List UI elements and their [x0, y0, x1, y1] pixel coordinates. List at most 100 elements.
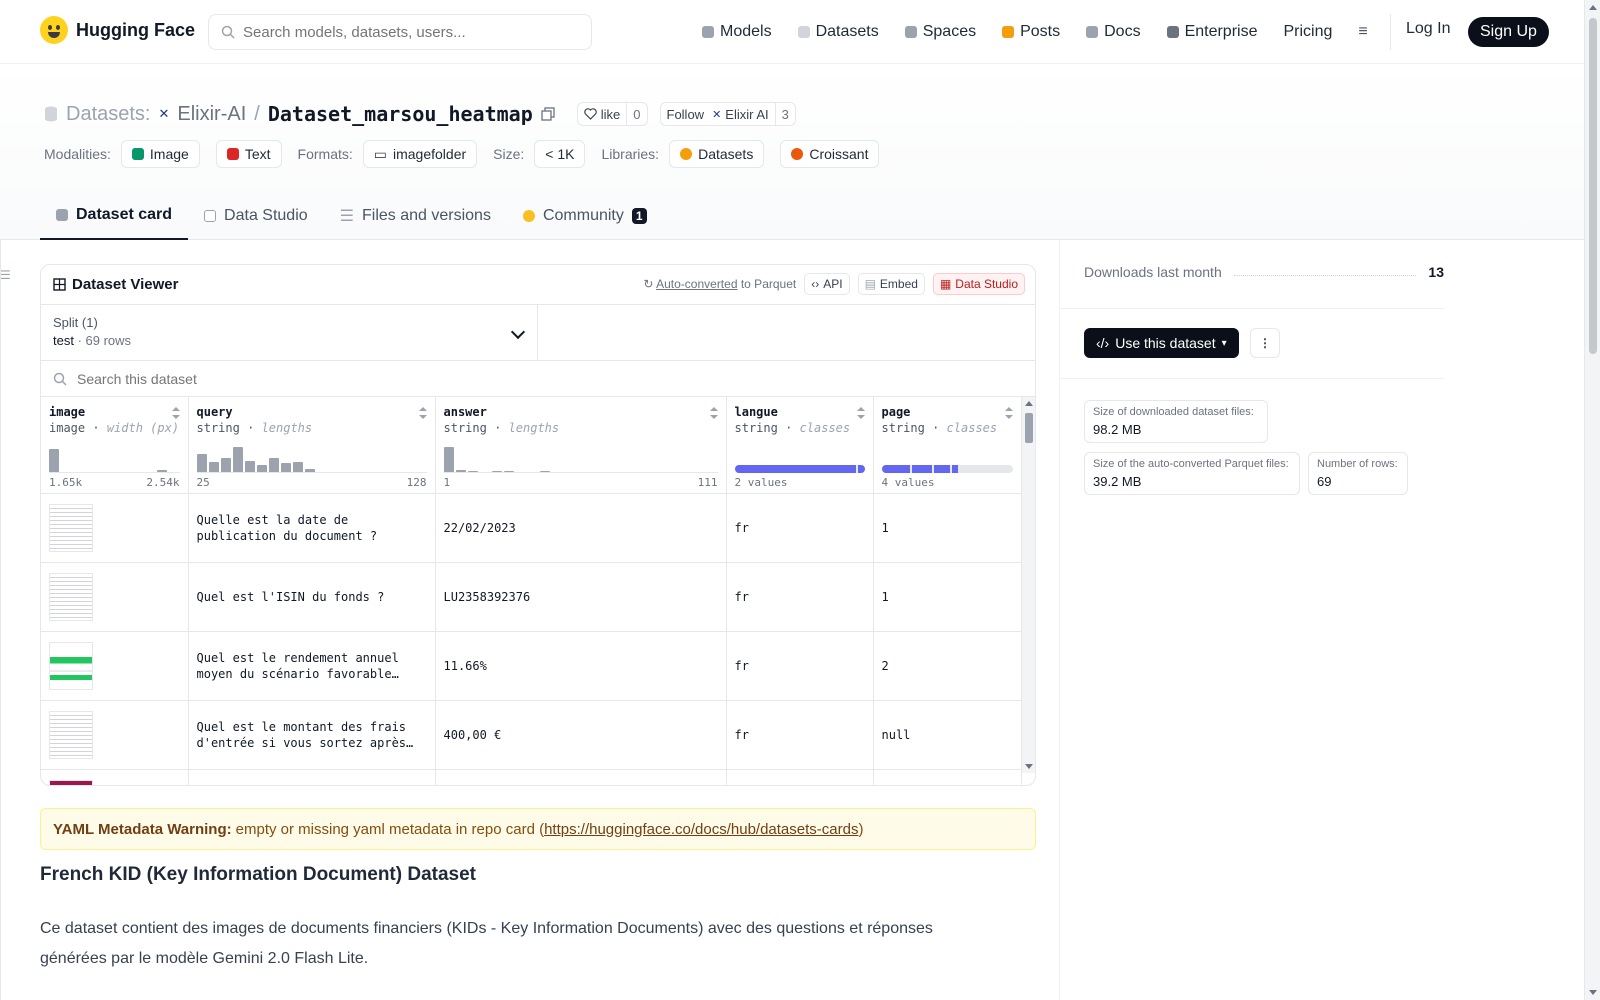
- langue-cell[interactable]: fr: [726, 631, 874, 701]
- column-header-langue[interactable]: langue string · classes 2 values: [726, 397, 874, 494]
- column-header-page[interactable]: page string · classes 4 values: [873, 397, 1022, 494]
- column-header-answer[interactable]: answer string · lengths 1 111: [435, 397, 727, 494]
- sort-icon[interactable]: [1004, 407, 1013, 419]
- dataset-search[interactable]: [41, 361, 1035, 397]
- histogram-bar[interactable]: [49, 449, 59, 473]
- histogram-bar[interactable]: [232, 446, 243, 473]
- sort-icon[interactable]: [418, 407, 427, 419]
- table-scroll-thumb[interactable]: [1025, 413, 1033, 443]
- table-row[interactable]: Quelle est la date de publication du doc…: [41, 493, 1022, 563]
- image-cell[interactable]: [41, 562, 189, 632]
- modality-image-tag[interactable]: Image: [120, 140, 200, 168]
- table-row[interactable]: Quel est le montant total des: [41, 769, 1022, 785]
- class-segment[interactable]: [858, 464, 865, 473]
- class-segment[interactable]: [881, 464, 911, 473]
- table-row[interactable]: Quel est le montant des frais d'entrée s…: [41, 700, 1022, 770]
- query-cell[interactable]: Quel est le montant total des: [188, 769, 436, 785]
- page-cell[interactable]: 1: [873, 493, 1022, 563]
- image-cell[interactable]: [41, 631, 189, 701]
- page-cell[interactable]: 2: [873, 631, 1022, 701]
- image-cell[interactable]: [41, 700, 189, 770]
- answer-cell[interactable]: 400,00 €: [435, 700, 727, 770]
- page-scroll-thumb[interactable]: [1589, 18, 1597, 354]
- langue-cell[interactable]: fr: [726, 700, 874, 770]
- nav-link-models[interactable]: Models: [702, 23, 772, 41]
- global-search-input[interactable]: [243, 23, 563, 41]
- tab-dataset-card[interactable]: Dataset card: [40, 192, 189, 240]
- langue-cell[interactable]: fr: [726, 493, 874, 563]
- dataset-search-input[interactable]: [77, 370, 677, 387]
- modality-text-tag[interactable]: Text: [215, 140, 282, 168]
- answer-cell[interactable]: 11.66%: [435, 631, 727, 701]
- scroll-down-icon[interactable]: [1025, 764, 1033, 769]
- signup-button[interactable]: Sign Up: [1468, 17, 1549, 47]
- image-cell[interactable]: [41, 769, 189, 785]
- histogram-bar[interactable]: [196, 454, 207, 473]
- langue-cell[interactable]: fr: [726, 562, 874, 632]
- nav-link-posts[interactable]: Posts: [1002, 23, 1060, 41]
- column-header-image[interactable]: image image · width (px) 1.65k 2.54k: [41, 397, 189, 494]
- scroll-down-icon[interactable]: [1589, 990, 1597, 995]
- nav-link-pricing[interactable]: Pricing: [1283, 23, 1332, 41]
- table-row[interactable]: Quel est le rendement annuel moyen du sc…: [41, 631, 1022, 701]
- nav-link-datasets[interactable]: Datasets: [797, 23, 879, 41]
- nav-link-enterprise[interactable]: Enterprise: [1166, 23, 1257, 41]
- tab-files-versions[interactable]: ☰ Files and versions: [324, 192, 507, 240]
- answer-cell[interactable]: [435, 769, 727, 785]
- query-cell[interactable]: Quelle est la date de publication du doc…: [188, 493, 436, 563]
- image-cell[interactable]: [41, 493, 189, 563]
- sort-icon[interactable]: [709, 407, 718, 419]
- scroll-up-icon[interactable]: [1025, 401, 1033, 406]
- histogram-bar[interactable]: [220, 458, 231, 473]
- warning-link[interactable]: https://huggingface.co/docs/hub/datasets…: [544, 821, 858, 838]
- answer-cell[interactable]: 22/02/2023: [435, 493, 727, 563]
- nav-link-docs[interactable]: Docs: [1086, 23, 1141, 41]
- document-thumbnail[interactable]: [49, 779, 93, 785]
- answer-cell[interactable]: LU2358392376: [435, 562, 727, 632]
- follow-button[interactable]: Follow ✕ Elixir AI 3: [659, 102, 796, 126]
- dataset-name[interactable]: Dataset_marsou_heatmap: [268, 102, 533, 126]
- tab-data-studio[interactable]: Data Studio: [188, 192, 324, 240]
- brand-logo[interactable]: Hugging Face: [40, 16, 195, 44]
- library-datasets-tag[interactable]: Datasets: [669, 140, 765, 168]
- class-segment[interactable]: [734, 464, 857, 473]
- class-segment[interactable]: [912, 464, 932, 473]
- toc-toggle-icon[interactable]: ☰: [0, 268, 11, 282]
- sort-icon[interactable]: [171, 407, 180, 419]
- class-segment[interactable]: [951, 464, 959, 473]
- histogram-bar[interactable]: [268, 458, 279, 473]
- histogram-bar[interactable]: [443, 446, 454, 473]
- tab-community[interactable]: Community 1: [507, 192, 663, 240]
- table-row[interactable]: Quel est l'ISIN du fonds ? LU2358392376 fr…: [41, 562, 1022, 632]
- query-cell[interactable]: Quel est le rendement annuel moyen du sc…: [188, 631, 436, 701]
- format-tag[interactable]: ▭ imagefolder: [362, 140, 478, 168]
- api-button[interactable]: ‹› API: [804, 273, 850, 295]
- document-thumbnail[interactable]: [49, 572, 93, 621]
- more-menu-icon[interactable]: ≡: [1358, 23, 1367, 41]
- breadcrumb-section[interactable]: Datasets:: [66, 103, 150, 126]
- nav-link-spaces[interactable]: Spaces: [904, 23, 976, 41]
- document-thumbnail[interactable]: [49, 503, 93, 552]
- login-link[interactable]: Log In: [1406, 20, 1450, 38]
- split-selector[interactable]: Split (1) test · 69 rows: [41, 305, 538, 361]
- like-button[interactable]: like 0: [576, 102, 648, 126]
- size-tag[interactable]: < 1K: [534, 140, 586, 168]
- use-dataset-button[interactable]: ‹/› Use this dataset ▾: [1084, 328, 1239, 358]
- copy-icon[interactable]: [541, 107, 555, 121]
- column-header-query[interactable]: query string · lengths 25 128: [188, 397, 436, 494]
- sort-icon[interactable]: [856, 407, 865, 419]
- scroll-up-icon[interactable]: [1589, 5, 1597, 10]
- global-search[interactable]: [208, 14, 592, 50]
- data-studio-button[interactable]: ▦ Data Studio: [932, 273, 1025, 295]
- breadcrumb-org[interactable]: Elixir-AI: [177, 103, 246, 126]
- langue-cell[interactable]: [726, 769, 874, 785]
- class-segment[interactable]: [933, 464, 950, 473]
- query-cell[interactable]: Quel est l'ISIN du fonds ?: [188, 562, 436, 632]
- auto-converted-link[interactable]: Auto-converted: [656, 277, 737, 291]
- embed-button[interactable]: ▤ Embed: [857, 273, 925, 295]
- table-scrollbar[interactable]: [1021, 397, 1035, 773]
- page-scrollbar[interactable]: [1584, 0, 1600, 1000]
- document-thumbnail[interactable]: [49, 641, 93, 690]
- more-options-button[interactable]: ⋮: [1250, 328, 1280, 358]
- page-cell[interactable]: [873, 769, 1022, 785]
